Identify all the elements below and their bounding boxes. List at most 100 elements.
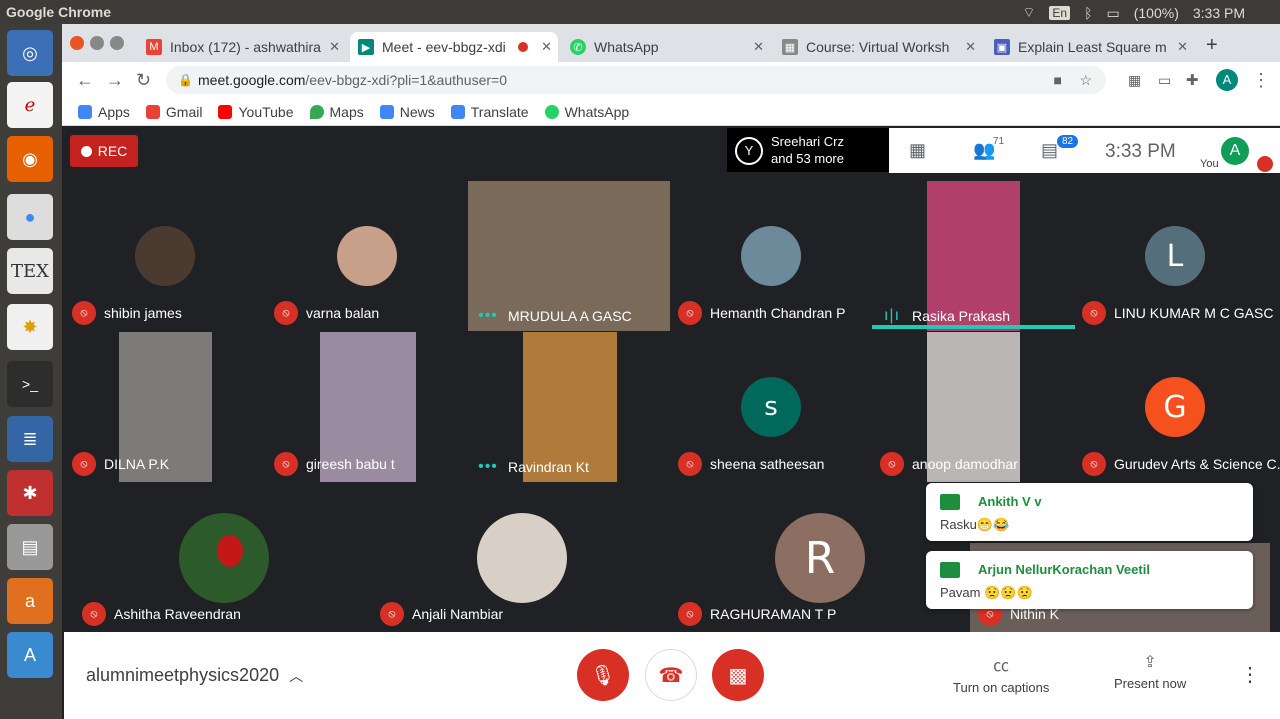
- recording-indicator[interactable]: REC: [70, 135, 138, 167]
- battery-icon[interactable]: ▭: [1106, 5, 1119, 22]
- participant-tile[interactable]: ••• MRUDULA A GASC: [468, 181, 670, 331]
- software-center-icon[interactable]: A: [7, 632, 53, 678]
- camera-toggle-button[interactable]: ▩: [712, 649, 764, 701]
- bookmark-youtube[interactable]: YouTube: [218, 104, 294, 120]
- url-path: /eev-bbgz-xdi?pli=1&authuser=0: [305, 72, 507, 88]
- clock[interactable]: 3:33 PM: [1193, 5, 1245, 21]
- close-tab-icon[interactable]: ✕: [753, 39, 764, 55]
- participant-tile[interactable]: ••• Ravindran Kt: [468, 332, 670, 482]
- camera-off-icon: ▩: [728, 664, 748, 687]
- participant-tile[interactable]: S ⦸ sheena satheesan: [670, 332, 872, 482]
- profile-avatar[interactable]: A: [1216, 69, 1238, 91]
- close-tab-icon[interactable]: ✕: [965, 39, 976, 55]
- chat-count-badge: 82: [1057, 135, 1079, 148]
- bookmark-news[interactable]: News: [379, 104, 435, 120]
- news-icon: [379, 104, 394, 119]
- bookmark-maps[interactable]: Maps: [309, 104, 364, 120]
- chat-notification[interactable]: Ankith V v Rasku😁😂: [926, 483, 1253, 541]
- close-window-icon[interactable]: [70, 36, 84, 50]
- extension-grid-icon[interactable]: ▦: [1128, 72, 1141, 89]
- captions-button[interactable]: ㏄ Turn on captions: [953, 652, 1049, 695]
- microphone-toggle-button[interactable]: 🎙: [577, 649, 629, 701]
- participant-tile[interactable]: ⦸ shibin james: [64, 181, 266, 331]
- participant-tile[interactable]: L ⦸ LINU KUMAR M C GASC: [1074, 181, 1280, 331]
- extension-icon[interactable]: ▭: [1158, 72, 1171, 89]
- participant-tile[interactable]: G ⦸ Gurudev Arts & Science C...: [1074, 332, 1280, 482]
- new-tab-icon[interactable]: +: [1206, 34, 1218, 57]
- camera-in-use-icon[interactable]: ■: [1054, 66, 1062, 94]
- network-icon[interactable]: ✱: [7, 470, 53, 516]
- gmail-icon: M: [146, 39, 162, 55]
- bookmark-star-icon[interactable]: ☆: [1079, 66, 1092, 94]
- more-options-icon[interactable]: ⋮: [1240, 662, 1260, 687]
- participant-letter-avatar: L: [1145, 226, 1205, 286]
- maximize-window-icon[interactable]: [110, 36, 124, 50]
- close-tab-icon[interactable]: ✕: [329, 39, 340, 55]
- bookmarks-bar: Apps Gmail YouTube Maps News Translate W…: [62, 98, 1280, 126]
- leave-call-button[interactable]: ☎: [645, 649, 697, 701]
- extensions-puzzle-icon[interactable]: ✚: [1186, 71, 1199, 89]
- chat-message-icon: [940, 494, 960, 510]
- tab-meet[interactable]: ▶ Meet - eev-bbgz-xdi ✕: [350, 32, 558, 62]
- close-tab-icon[interactable]: ✕: [1177, 39, 1188, 55]
- bookmark-whatsapp[interactable]: WhatsApp: [544, 104, 629, 120]
- apps-grid-icon: [78, 104, 92, 119]
- keyboard-layout[interactable]: En: [1049, 6, 1071, 20]
- amazon-icon[interactable]: a: [7, 578, 53, 624]
- tab-explain[interactable]: ▣ Explain Least Square m ✕: [986, 32, 1194, 62]
- writer-icon[interactable]: ≣: [7, 416, 53, 462]
- participant-tile[interactable]: ⦸ Hemanth Chandran P: [670, 181, 872, 331]
- participant-tile[interactable]: R ⦸ RAGHURAMAN T P: [670, 483, 970, 632]
- layout-grid-icon[interactable]: ▦: [909, 140, 926, 161]
- presenter-chip[interactable]: Y Sreehari Crz and 53 more: [727, 128, 889, 172]
- participant-tile[interactable]: ⦸ gireesh babu t: [266, 332, 468, 482]
- bookmark-translate[interactable]: Translate: [450, 104, 529, 120]
- tex-icon[interactable]: TEX: [7, 248, 53, 294]
- files-icon[interactable]: ▤: [7, 524, 53, 570]
- rose-icon: [217, 535, 243, 567]
- present-screen-icon: ⇪: [1143, 654, 1157, 671]
- mic-off-icon: ⦸: [678, 301, 702, 325]
- participant-tile[interactable]: ⦸ Anjali Nambiar: [372, 483, 672, 632]
- address-bar[interactable]: 🔒 meet.google.com/eev-bbgz-xdi?pli=1&aut…: [166, 66, 1106, 94]
- bookmark-gmail[interactable]: Gmail: [145, 104, 202, 120]
- mic-off-icon: ⦸: [380, 602, 404, 626]
- active-speaker-indicator: [872, 325, 1075, 329]
- close-tab-icon[interactable]: ✕: [541, 39, 552, 55]
- terminal-icon[interactable]: >_: [7, 361, 53, 407]
- tab-course[interactable]: ▦ Course: Virtual Worksh ✕: [774, 32, 982, 62]
- forward-icon[interactable]: →: [106, 70, 124, 91]
- bookmark-apps[interactable]: Apps: [78, 104, 130, 120]
- tab-whatsapp[interactable]: ✆ WhatsApp ✕: [562, 32, 770, 62]
- tab-gmail[interactable]: M Inbox (172) - ashwathira ✕: [138, 32, 346, 62]
- chrome-icon[interactable]: ●: [7, 194, 53, 240]
- participant-tile[interactable]: ⦸ DILNA P.K: [64, 332, 266, 482]
- ubuntu-icon[interactable]: ◎: [7, 30, 53, 76]
- participant-tile[interactable]: ı|ı Rasika Prakash: [872, 181, 1074, 331]
- reload-icon[interactable]: ↻: [136, 70, 151, 91]
- record-dot-icon: [80, 145, 92, 157]
- recording-dot-icon: [518, 42, 528, 52]
- system-top-bar: Google Chrome ⌔ En ᛒ ▭ (100%) 3:33 PM: [0, 0, 1280, 24]
- present-now-button[interactable]: ⇪ Present now: [1114, 652, 1186, 691]
- wifi-icon[interactable]: ⌔: [1022, 4, 1035, 22]
- audio-activity-icon: •••: [478, 458, 498, 475]
- back-icon[interactable]: ←: [76, 70, 94, 91]
- chat-notification[interactable]: Arjun NellurKorachan Veetil Pavam 😟😟😟: [926, 551, 1253, 609]
- firefox-icon[interactable]: ◉: [7, 136, 53, 182]
- self-avatar[interactable]: A: [1221, 137, 1249, 165]
- mic-off-icon: ⦸: [678, 452, 702, 476]
- minimize-window-icon[interactable]: [90, 36, 104, 50]
- mic-off-icon: ⦸: [880, 452, 904, 476]
- chrome-menu-icon[interactable]: ⋮: [1252, 70, 1270, 91]
- bluetooth-icon[interactable]: ᛒ: [1084, 5, 1092, 21]
- participant-tile[interactable]: ⦸ Ashitha Raveendran: [74, 483, 374, 632]
- chat-icon[interactable]: ▤: [1041, 140, 1058, 161]
- meeting-details-button[interactable]: alumnimeetphysics2020 ︿: [86, 665, 303, 686]
- battery-percent[interactable]: (100%): [1134, 5, 1179, 21]
- document-viewer-icon[interactable]: ℯ: [7, 82, 53, 128]
- participant-tile[interactable]: ⦸ anoop damodhar: [872, 332, 1074, 482]
- participant-tile[interactable]: ⦸ varna balan: [266, 181, 468, 331]
- whatsapp-icon: [544, 104, 559, 119]
- geogebra-icon[interactable]: ✸: [7, 304, 53, 350]
